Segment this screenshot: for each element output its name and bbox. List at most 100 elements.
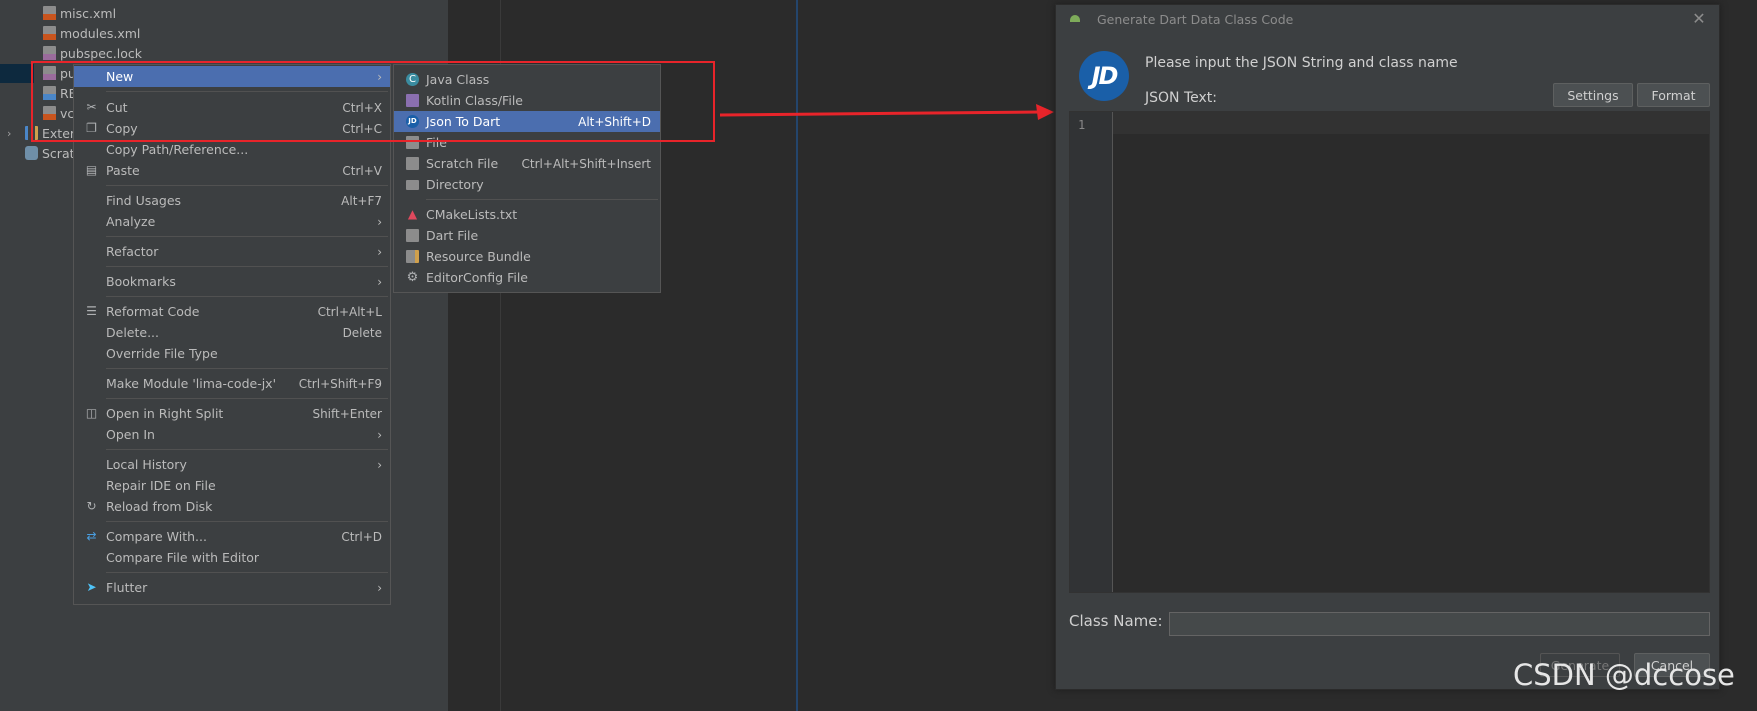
menu-separator xyxy=(106,449,388,450)
chevron-right-icon: › xyxy=(377,214,382,229)
menu-item-flutter[interactable]: ➤ Flutter › xyxy=(74,577,390,598)
menu-item-label: Compare File with Editor xyxy=(106,550,260,565)
menu-item-shortcut: Ctrl+D xyxy=(341,529,382,544)
gear-icon: ⚙ xyxy=(406,270,419,285)
menu-item-override-file-type[interactable]: Override File Type xyxy=(74,343,390,364)
menu-item-reformat-code[interactable]: ☰ Reformat Code Ctrl+Alt+L xyxy=(74,301,390,322)
tree-item-label: misc.xml xyxy=(60,5,117,21)
menu-item-label: Reload from Disk xyxy=(106,499,213,514)
submenu-item-resource-bundle[interactable]: Resource Bundle xyxy=(394,246,660,267)
close-icon[interactable]: ✕ xyxy=(1689,9,1709,28)
menu-item-label: Compare With... xyxy=(106,529,207,544)
submenu-item-scratch-file[interactable]: Scratch File Ctrl+Alt+Shift+Insert xyxy=(394,153,660,174)
xml-file-icon xyxy=(43,26,56,40)
menu-item-local-history[interactable]: Local History › xyxy=(74,454,390,475)
menu-item-copy-path[interactable]: Copy Path/Reference... xyxy=(74,139,390,160)
watermark: CSDN @dccose xyxy=(1513,658,1735,692)
submenu-item-label: Scratch File xyxy=(426,156,499,171)
flutter-icon: ➤ xyxy=(86,580,97,594)
compare-icon: ⇄ xyxy=(86,529,97,543)
settings-button[interactable]: Settings xyxy=(1553,83,1633,107)
menu-item-paste[interactable]: ▤ Paste Ctrl+V xyxy=(74,160,390,181)
menu-item-label: Flutter xyxy=(106,580,148,595)
menu-item-label: Override File Type xyxy=(106,346,218,361)
xml-file-icon xyxy=(43,6,56,20)
menu-item-delete[interactable]: Delete... Delete xyxy=(74,322,390,343)
menu-item-shortcut: Ctrl+Shift+F9 xyxy=(298,376,382,391)
menu-item-repair-ide[interactable]: Repair IDE on File xyxy=(74,475,390,496)
menu-item-reload-from-disk[interactable]: ↻ Reload from Disk xyxy=(74,496,390,517)
menu-separator xyxy=(426,199,658,200)
submenu-item-label: Resource Bundle xyxy=(426,249,531,264)
menu-item-refactor[interactable]: Refactor › xyxy=(74,241,390,262)
menu-item-bookmarks[interactable]: Bookmarks › xyxy=(74,271,390,292)
cmake-icon: ▲ xyxy=(407,207,418,221)
reformat-icon: ☰ xyxy=(86,304,97,318)
menu-item-compare-with[interactable]: ⇄ Compare With... Ctrl+D xyxy=(74,526,390,547)
menu-item-shortcut: Ctrl+Alt+L xyxy=(317,304,382,319)
chevron-right-icon: › xyxy=(377,457,382,472)
line-number: 1 xyxy=(1078,118,1086,132)
tree-item-label: pubspec.lock xyxy=(60,45,143,61)
menu-item-label: Find Usages xyxy=(106,193,182,208)
menu-separator xyxy=(106,521,388,522)
current-line-highlight xyxy=(1113,112,1709,134)
tree-item-misc-xml[interactable]: misc.xml xyxy=(43,3,116,23)
menu-separator xyxy=(106,572,388,573)
tree-item-pubspec-lock[interactable]: pubspec.lock xyxy=(43,43,142,63)
menu-item-label: Delete... xyxy=(106,325,159,340)
menu-item-open-in[interactable]: Open In › xyxy=(74,424,390,445)
editor-gutter: 1 xyxy=(1070,112,1113,592)
jd-logo: JD xyxy=(1079,51,1129,101)
menu-item-shortcut: Delete xyxy=(342,325,382,340)
menu-separator xyxy=(106,296,388,297)
resource-bundle-icon xyxy=(406,250,419,263)
menu-item-label: Repair IDE on File xyxy=(106,478,216,493)
chevron-right-icon: › xyxy=(377,580,382,595)
menu-separator xyxy=(106,185,388,186)
menu-item-find-usages[interactable]: Find Usages Alt+F7 xyxy=(74,190,390,211)
menu-item-label: Open In xyxy=(106,427,155,442)
submenu-item-directory[interactable]: Directory xyxy=(394,174,660,195)
menu-separator xyxy=(106,266,388,267)
tree-item-modules-xml[interactable]: modules.xml xyxy=(43,23,140,43)
menu-item-label: Paste xyxy=(106,163,140,178)
submenu-item-shortcut: Ctrl+Alt+Shift+Insert xyxy=(521,156,651,171)
submenu-item-dart-file[interactable]: Dart File xyxy=(394,225,660,246)
json-text-editor[interactable]: 1 xyxy=(1069,111,1710,593)
menu-item-label: Local History xyxy=(106,457,187,472)
chevron-right-icon: › xyxy=(377,244,382,259)
menu-item-label: Copy Path/Reference... xyxy=(106,142,249,157)
submenu-item-editorconfig[interactable]: ⚙ EditorConfig File xyxy=(394,267,660,288)
menu-separator xyxy=(106,368,388,369)
android-icon xyxy=(1070,15,1080,22)
dart-file-icon xyxy=(406,229,419,242)
menu-item-open-right-split[interactable]: ◫ Open in Right Split Shift+Enter xyxy=(74,403,390,424)
menu-item-label: Open in Right Split xyxy=(106,406,224,421)
menu-item-analyze[interactable]: Analyze › xyxy=(74,211,390,232)
submenu-item-label: Directory xyxy=(426,177,484,192)
class-name-input[interactable] xyxy=(1169,612,1710,636)
submenu-item-cmakelists[interactable]: ▲ CMakeLists.txt xyxy=(394,204,660,225)
dialog-title: Generate Dart Data Class Code xyxy=(1097,11,1294,27)
menu-item-label: Refactor xyxy=(106,244,159,259)
menu-item-shortcut: Shift+Enter xyxy=(312,406,382,421)
menu-item-shortcut: Ctrl+V xyxy=(342,163,382,178)
menu-item-compare-file-with-editor[interactable]: Compare File with Editor xyxy=(74,547,390,568)
folder-icon xyxy=(406,180,419,190)
submenu-item-label: CMakeLists.txt xyxy=(426,207,518,222)
submenu-item-label: Dart File xyxy=(426,228,479,243)
chevron-right-icon[interactable]: › xyxy=(7,127,21,140)
tree-item-scratches[interactable]: Scrat xyxy=(25,143,75,163)
scratches-icon xyxy=(25,146,38,160)
menu-separator xyxy=(106,398,388,399)
format-button[interactable]: Format xyxy=(1637,83,1710,107)
dialog-prompt: Please input the JSON String and class n… xyxy=(1145,55,1458,71)
menu-item-make-module[interactable]: Make Module 'lima-code-jx' Ctrl+Shift+F9 xyxy=(74,373,390,394)
clipboard-icon: ▤ xyxy=(85,163,98,177)
tree-item-label: modules.xml xyxy=(60,25,141,41)
chevron-right-icon: › xyxy=(377,274,382,289)
submenu-item-label: EditorConfig File xyxy=(426,270,528,285)
menu-item-label: Make Module 'lima-code-jx' xyxy=(106,376,277,391)
menu-item-label: Bookmarks xyxy=(106,274,176,289)
